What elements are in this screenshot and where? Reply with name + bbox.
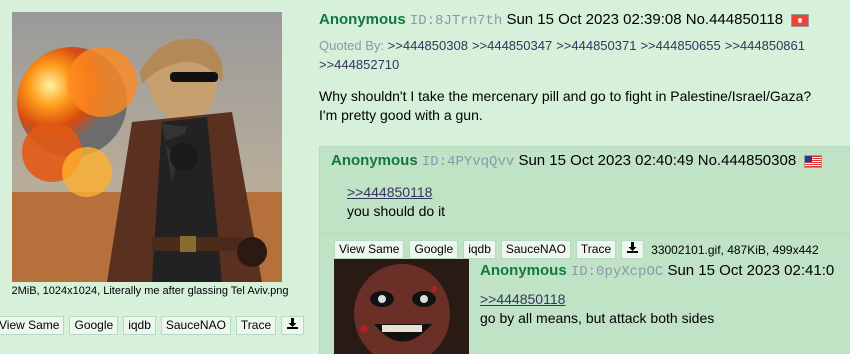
poster-id[interactable]: ID:8JTrn7th — [410, 13, 502, 29]
quoted-by: Quoted By: >>444850308 >>444850347 >>44485… — [319, 36, 850, 74]
op-file-info: 2MiB, 1024x1024, Literally me after glas… — [11, 285, 289, 297]
quote-link[interactable]: >>444850118 — [347, 184, 432, 200]
op-post: Anonymous ID:8JTrn7th Sun 15 Oct 2023 02… — [319, 10, 850, 125]
comment-line: I'm pretty good with a gun. — [319, 107, 483, 123]
view-same-button[interactable]: View Same — [334, 240, 405, 259]
op-post-header: Anonymous ID:8JTrn7th Sun 15 Oct 2023 02… — [319, 10, 850, 31]
poster-id[interactable]: ID:0pyXcpOC — [571, 264, 663, 280]
flag-icon — [804, 154, 823, 168]
backlink[interactable]: >>444850861 — [725, 38, 805, 53]
op-image[interactable] — [12, 12, 282, 282]
op-comment: Why shouldn't I take the mercenary pill … — [319, 87, 850, 125]
download-icon[interactable] — [621, 240, 645, 259]
backlink[interactable]: >>444852710 — [319, 57, 399, 72]
reply-header: Anonymous ID:4PYvqQvv Sun 15 Oct 2023 02… — [331, 152, 823, 170]
download-icon[interactable] — [281, 316, 305, 335]
reply-post: View Same Google iqdb SauceNAO Trace 330… — [319, 233, 850, 354]
poster-name: Anonymous — [319, 11, 406, 28]
quote-link[interactable]: >>444850118 — [480, 291, 565, 307]
reply-post: Anonymous ID:4PYvqQvv Sun 15 Oct 2023 02… — [319, 146, 850, 233]
post-number[interactable]: No.444850308 — [698, 152, 796, 169]
iqdb-button[interactable]: iqdb — [463, 240, 496, 259]
reply-file-info[interactable]: 33002101.gif, 487KiB, 499x442 — [651, 243, 818, 257]
post-datetime: Sun 15 Oct 2023 02:39:08 — [506, 11, 682, 28]
trace-button[interactable]: Trace — [575, 240, 617, 259]
post-datetime: Sun 15 Oct 2023 02:40:49 — [518, 152, 694, 169]
trace-button[interactable]: Trace — [235, 316, 277, 335]
backlink[interactable]: >>444850655 — [640, 38, 720, 53]
google-button[interactable]: Google — [69, 316, 119, 335]
flag-icon — [791, 13, 810, 27]
backlink[interactable]: >>444850308 — [388, 38, 468, 53]
reply-comment: >>444850118 go by all means, but attack … — [480, 290, 714, 328]
reply-image-tools: View Same Google iqdb SauceNAO Trace 330… — [334, 240, 819, 259]
post-number[interactable]: No.444850118 — [686, 11, 783, 28]
saucenao-button[interactable]: SauceNAO — [500, 240, 571, 259]
backlink[interactable]: >>444850347 — [472, 38, 552, 53]
comment-line: Why shouldn't I take the mercenary pill … — [319, 88, 812, 104]
op-sidebar: 2MiB, 1024x1024, Literally me after glas… — [0, 0, 310, 353]
saucenao-button[interactable]: SauceNAO — [160, 316, 231, 335]
reply-image[interactable] — [334, 259, 469, 354]
view-same-button[interactable]: View Same — [0, 316, 65, 335]
poster-name: Anonymous — [331, 152, 418, 169]
post-datetime: Sun 15 Oct 2023 02:41:0 — [667, 262, 835, 279]
iqdb-button[interactable]: iqdb — [123, 316, 156, 335]
backlink[interactable]: >>444850371 — [556, 38, 636, 53]
comment-line: you should do it — [347, 203, 446, 219]
reply-comment: >>444850118 you should do it — [347, 183, 445, 221]
poster-name: Anonymous — [480, 262, 567, 279]
quoted-by-label: Quoted By: — [319, 38, 385, 53]
comment-line: go by all means, but attack both sides — [480, 310, 715, 326]
op-image-tools: View Same Google iqdb SauceNAO Trace — [0, 316, 305, 335]
poster-id[interactable]: ID:4PYvqQvv — [422, 154, 514, 170]
reply-header: Anonymous ID:0pyXcpOC Sun 15 Oct 2023 02… — [480, 262, 834, 280]
google-button[interactable]: Google — [409, 240, 459, 259]
